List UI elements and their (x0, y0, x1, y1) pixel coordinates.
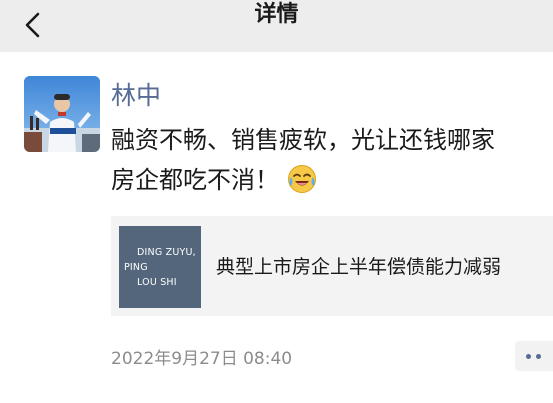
laughing-crying-emoji-icon (288, 165, 316, 193)
avatar-photo (24, 76, 100, 152)
thumbnail-text-line-2: PING (124, 262, 148, 273)
more-dot (526, 354, 531, 359)
post-text-line-2: 房企都吃不消！ (111, 160, 553, 200)
avatar[interactable] (24, 76, 100, 152)
more-dot (536, 354, 541, 359)
page-title: 详情 (254, 2, 299, 27)
shared-article-card[interactable]: DING ZUYU, PING LOU SHI 典型上市房企上半年偿债能力减弱 (111, 216, 553, 316)
post-text-line: 融资不畅、销售疲软，光让还钱哪家 (111, 126, 495, 154)
thumbnail-text-line-3: LOU SHI (137, 277, 177, 288)
article-title: 典型上市房企上半年偿债能力减弱 (216, 256, 502, 278)
author-name[interactable]: 林中 (111, 80, 161, 112)
article-thumbnail: DING ZUYU, PING LOU SHI (119, 226, 201, 308)
post-timestamp: 2022年9月27日 08:40 (111, 349, 293, 369)
post-content: 融资不畅、销售疲软，光让还钱哪家 房企都吃不消！ (111, 120, 553, 200)
more-actions-button[interactable] (515, 341, 553, 371)
moments-detail-page: 详情 林中 融资不畅、销售疲软，光让还钱哪家 房企都吃不消！ DING ZUYU… (0, 0, 553, 403)
nav-bar: 详情 (0, 0, 553, 52)
thumbnail-text-line-1: DING ZUYU, (137, 247, 196, 258)
post-text-line-2-text: 房企都吃不消！ (111, 166, 279, 194)
